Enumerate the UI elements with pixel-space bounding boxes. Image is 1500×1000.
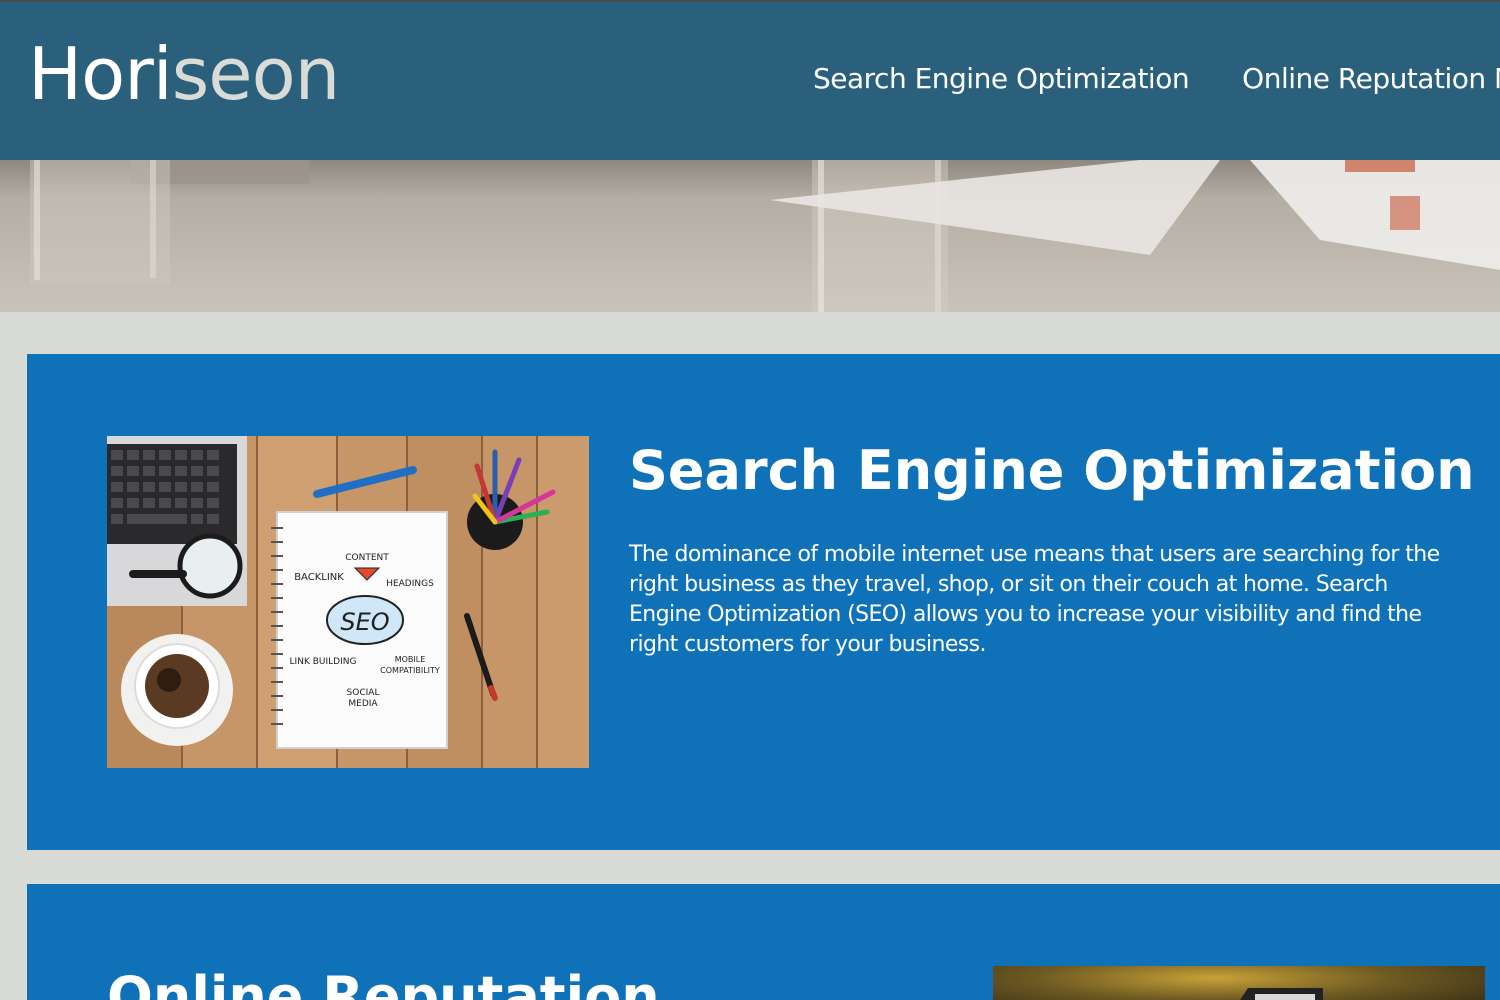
backlink-label: BACKLINK: [294, 572, 344, 583]
site-header: Horiseon Search Engine Optimization Onli…: [0, 0, 1500, 160]
nav-link-seo[interactable]: Search Engine Optimization: [813, 62, 1190, 95]
seo-description: The dominance of mobile internet use mea…: [629, 542, 1440, 657]
link-building-label: LINK BUILDING: [290, 657, 357, 667]
social-label: SOCIAL: [347, 688, 380, 698]
logo-text-primary: Hori: [28, 32, 173, 116]
seo-section: SEO CONTENT BACKLINK HEADINGS LINK BUILD…: [27, 354, 1500, 850]
seo-title: Search Engine Optimization: [629, 439, 1475, 502]
main-nav: Search Engine Optimization Online Reputa…: [813, 62, 1500, 95]
headings-label: HEADINGS: [386, 579, 434, 589]
online-reputation-photo: [993, 966, 1485, 1000]
online-reputation-title: Online Reputation: [107, 965, 660, 1000]
content-label: CONTENT: [345, 553, 389, 563]
online-reputation-section: Online Reputation: [27, 884, 1500, 1000]
hero-image: [0, 160, 1500, 312]
hero-office-table-illustration: [0, 160, 1500, 312]
online-reputation-image: [993, 966, 1485, 1000]
nav-link-online-reputation[interactable]: Online Reputation Ma: [1242, 62, 1500, 95]
mobile-label: MOBILE: [395, 655, 426, 664]
media-label: MEDIA: [348, 699, 378, 709]
compatibility-label: COMPATIBILITY: [380, 666, 440, 675]
logo-text-accent: seon: [171, 32, 340, 116]
seo-workspace-illustration: SEO CONTENT BACKLINK HEADINGS LINK BUILD…: [107, 436, 589, 768]
seo-image: SEO CONTENT BACKLINK HEADINGS LINK BUILD…: [107, 436, 589, 768]
seo-cloud-label: SEO: [340, 608, 389, 636]
site-logo[interactable]: Horiseon: [28, 38, 340, 110]
